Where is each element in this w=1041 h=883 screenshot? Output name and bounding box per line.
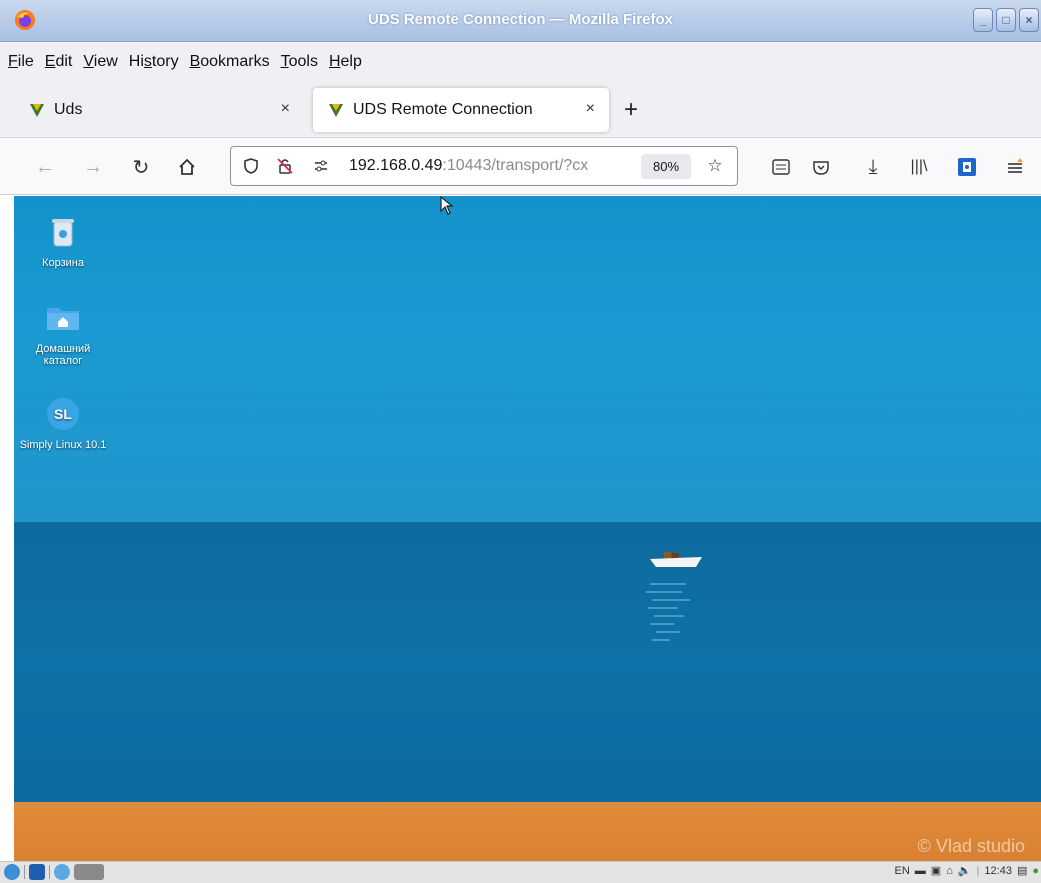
tab-label: UDS Remote Connection	[353, 101, 533, 118]
battery-icon[interactable]: ▣	[931, 864, 941, 877]
clock[interactable]: 12:43	[984, 865, 1012, 877]
boat-reflection	[646, 583, 690, 641]
tab-uds[interactable]: Uds ×	[14, 88, 304, 132]
desktop-icon-label: Домашний каталог	[35, 343, 91, 367]
simply-linux-icon: SL	[47, 398, 79, 430]
home-folder-icon	[47, 308, 79, 330]
downloads-icon[interactable]: ⤓	[862, 156, 884, 178]
browser-launcher-icon[interactable]	[54, 864, 70, 880]
tab-close-icon[interactable]: ×	[281, 100, 290, 118]
url-text[interactable]: 192.168.0.49:10443/transport/?cx	[349, 157, 633, 175]
menu-view[interactable]: View	[83, 53, 117, 71]
url-bar[interactable]: 192.168.0.49:10443/transport/?cx 80% ☆	[230, 146, 738, 186]
desktop-icon-home-folder[interactable]: Домашний каталог	[18, 300, 108, 367]
library-icon[interactable]: |||\	[908, 156, 930, 178]
shield-icon[interactable]	[241, 156, 261, 176]
zoom-level-button[interactable]: 80%	[641, 154, 691, 179]
wallpaper-sand	[14, 802, 1041, 861]
maximize-button[interactable]: □	[996, 8, 1016, 32]
workspace-switcher-icon[interactable]	[74, 864, 104, 880]
desktop-icon-label: Корзина	[42, 257, 84, 269]
uds-favicon-icon	[30, 104, 44, 117]
insecure-lock-icon[interactable]	[275, 156, 295, 176]
home-icon[interactable]	[176, 156, 198, 178]
menu-tools[interactable]: Tools	[281, 53, 318, 71]
desktop-icon-simply-linux[interactable]: SL Simply Linux 10.1	[18, 396, 108, 451]
minimize-button[interactable]: _	[973, 8, 993, 32]
menu-file[interactable]: File	[8, 53, 34, 71]
network-icon[interactable]: ▬	[915, 865, 926, 877]
mouse-cursor-icon	[440, 196, 454, 215]
tab-label: Uds	[54, 101, 83, 118]
url-path: :10443/transport/?cx	[442, 157, 589, 174]
menu-history[interactable]: History	[129, 53, 179, 71]
back-arrow-icon[interactable]: ←	[34, 156, 56, 178]
trash-icon	[52, 219, 74, 247]
show-desktop-icon[interactable]	[29, 864, 45, 880]
tab-close-icon[interactable]: ×	[586, 100, 595, 118]
removable-media-icon[interactable]: ⌂	[946, 865, 953, 877]
app-menu-icon[interactable]	[1004, 156, 1026, 178]
desktop-icon-label: Simply Linux 10.1	[19, 439, 107, 451]
svg-text:SL: SL	[54, 406, 72, 422]
window-title: UDS Remote Connection — Mozilla Firefox	[367, 11, 674, 28]
uds-favicon-icon	[329, 104, 343, 117]
remote-taskbar: EN ▬ ▣ ⌂ 🔈 | 12:43 ▤ ●	[0, 861, 1041, 883]
remote-desktop-canvas[interactable]: © Vlad studio Корзина Домашний каталог S…	[14, 196, 1041, 861]
boat-image	[650, 552, 702, 567]
menu-bookmarks[interactable]: Bookmarks	[190, 53, 270, 71]
tab-bar: Uds × UDS Remote Connection ×	[0, 82, 1041, 138]
reader-view-icon[interactable]	[770, 156, 792, 178]
wallpaper-sky	[14, 196, 1041, 524]
forward-arrow-icon[interactable]: →	[82, 156, 104, 178]
desktop-icon-trash[interactable]: Корзина	[18, 214, 108, 269]
update-icon[interactable]: ●	[1032, 865, 1039, 877]
extension-icon[interactable]	[956, 156, 978, 178]
window-titlebar[interactable]: UDS Remote Connection — Mozilla Firefox …	[0, 0, 1041, 42]
clipboard-icon[interactable]: ▤	[1017, 864, 1027, 877]
pocket-icon[interactable]	[810, 156, 832, 178]
menu-edit[interactable]: Edit	[45, 53, 73, 71]
wallpaper-watermark: © Vlad studio	[917, 836, 1025, 856]
new-tab-button[interactable]: +	[624, 96, 638, 124]
close-window-button[interactable]: ×	[1019, 8, 1039, 32]
reload-icon[interactable]: ↻	[130, 156, 152, 179]
start-menu-icon[interactable]	[4, 864, 20, 880]
wallpaper-sea	[14, 522, 1041, 804]
menu-help[interactable]: Help	[329, 53, 362, 71]
tab-uds-remote-connection[interactable]: UDS Remote Connection ×	[313, 88, 609, 132]
navigation-toolbar: ← → ↻ 192.168.0.49:10443/transport/?cx 8…	[0, 138, 1041, 195]
keyboard-layout-indicator[interactable]: EN	[895, 865, 910, 877]
site-permissions-icon[interactable]	[311, 156, 331, 176]
menu-bar: File Edit View History Bookmarks Tools H…	[0, 42, 1041, 82]
url-host: 192.168.0.49	[349, 157, 443, 174]
volume-icon[interactable]: 🔈	[958, 864, 972, 877]
bookmark-star-icon[interactable]: ☆	[705, 156, 725, 176]
